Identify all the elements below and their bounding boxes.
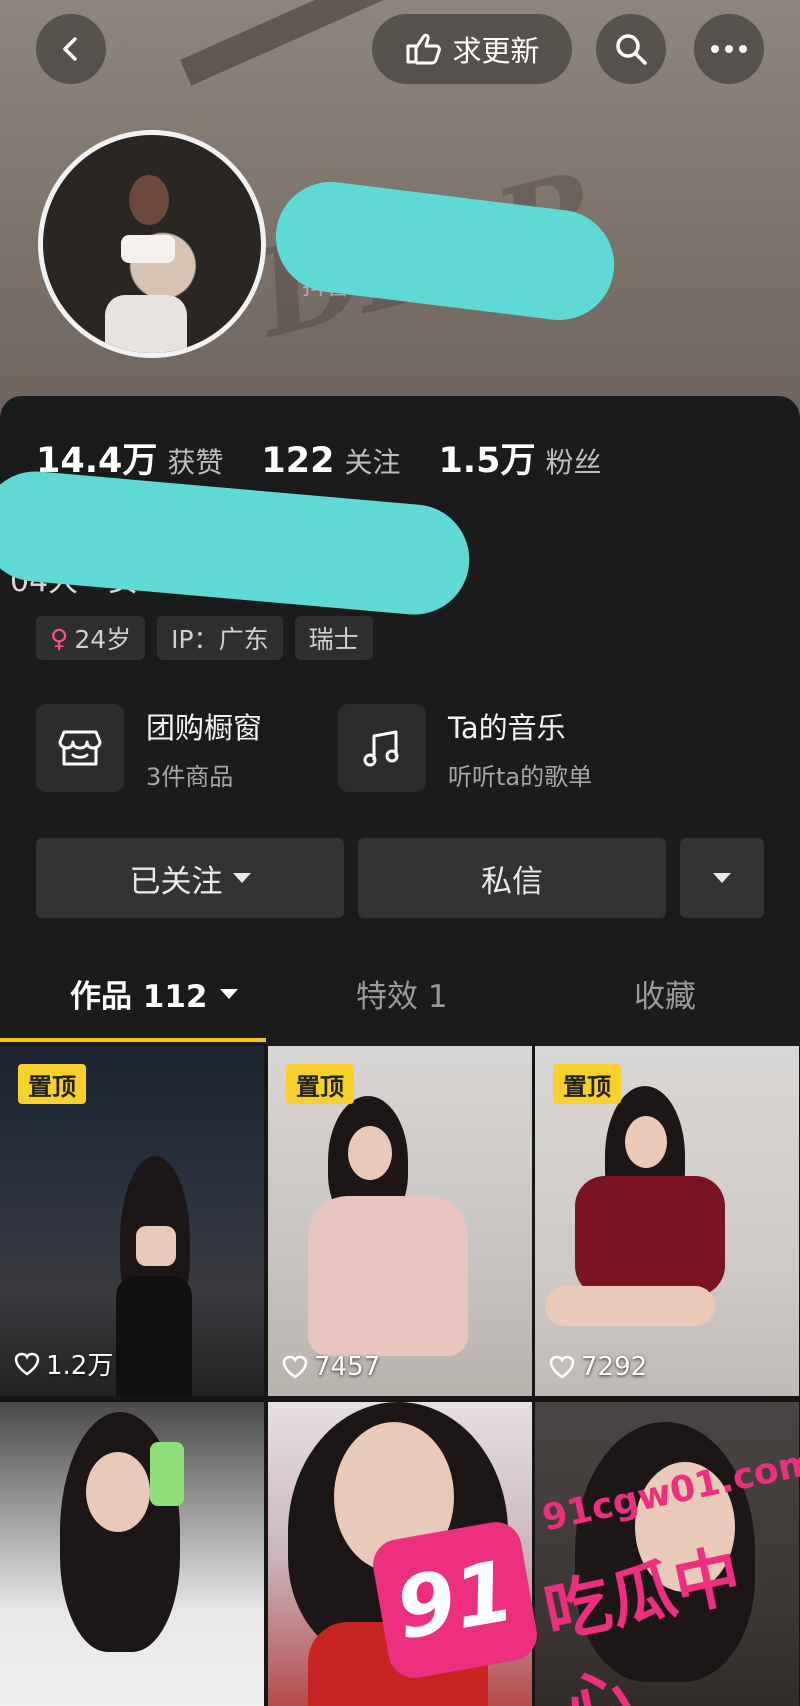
request-update-label: 求更新 [452, 34, 540, 68]
stat-followers-value: 1.5万 [438, 441, 536, 481]
video-thumbnail[interactable] [0, 1402, 264, 1706]
active-tab-indicator [0, 1038, 266, 1042]
stat-following-label: 关注 [344, 446, 401, 479]
video-thumbnail[interactable]: 置顶 7292 [535, 1046, 799, 1396]
age-tag-label: 24岁 [74, 625, 132, 654]
profile-shortcuts: 团购橱窗 3件商品 Ta的音乐 听听ta的歌单 [36, 704, 766, 796]
back-button[interactable] [36, 14, 106, 84]
ta-music[interactable]: Ta的音乐 听听ta的歌单 [338, 704, 592, 792]
like-count-value: 1.2万 [46, 1351, 114, 1381]
ip-tag: IP：广东 [157, 616, 283, 660]
location-tag-label: 瑞士 [308, 625, 359, 654]
caret-down-icon [713, 873, 731, 883]
video-thumbnail[interactable]: 置顶 1.2万 [0, 1046, 264, 1396]
stat-following-value: 122 [261, 441, 335, 481]
content-tabs: 作品 112 特效 1 收藏 [0, 961, 800, 1041]
heart-icon [549, 1355, 575, 1379]
profile-cover: DIOR 求更新 抖音号: [0, 0, 800, 440]
like-count: 7457 [282, 1352, 380, 1382]
like-count-value: 7457 [314, 1352, 381, 1382]
request-update-button[interactable]: 求更新 [372, 14, 572, 84]
caret-down-icon [232, 873, 251, 883]
profile-stats: 14.4万 获赞 122 关注 1.5万 粉丝 [36, 432, 601, 483]
heart-icon [282, 1355, 308, 1379]
like-count: 1.2万 [14, 1345, 113, 1382]
pinned-badge: 置顶 [18, 1064, 86, 1104]
group-buy-title: 团购橱窗 [146, 710, 263, 745]
followed-label: 已关注 [129, 863, 223, 900]
age-tag: ♀ 24岁 [36, 616, 146, 660]
profile-tags: ♀ 24岁 IP：广东 瑞士 [36, 616, 373, 660]
stat-following[interactable]: 122 关注 [261, 441, 400, 481]
ip-tag-label: IP：广东 [171, 625, 269, 654]
shop-icon [36, 704, 124, 792]
video-thumbnail[interactable]: 置顶 7457 [268, 1046, 532, 1396]
search-icon [616, 34, 647, 65]
profile-actions: 已关注 私信 [36, 838, 764, 918]
female-icon: ♀ [50, 623, 69, 653]
pinned-badge: 置顶 [553, 1064, 621, 1104]
ta-music-title: Ta的音乐 [448, 710, 566, 745]
tab-effects-label: 特效 1 [356, 979, 448, 1015]
hand-point-icon [406, 33, 442, 65]
followed-button[interactable]: 已关注 [36, 838, 344, 918]
music-note-icon [338, 704, 426, 792]
tab-favorites-label: 收藏 [634, 979, 696, 1015]
caret-down-icon [219, 988, 238, 999]
ta-music-subtitle: 听听ta的歌单 [448, 762, 593, 791]
more-dots-icon [711, 45, 747, 53]
stat-followers[interactable]: 1.5万 粉丝 [438, 432, 601, 483]
group-buy-showcase[interactable]: 团购橱窗 3件商品 [36, 704, 262, 792]
tab-favorites[interactable]: 收藏 [634, 971, 696, 1016]
group-buy-subtitle: 3件商品 [146, 762, 234, 791]
stat-likes-label: 获赞 [167, 446, 224, 479]
more-actions-button[interactable] [680, 838, 764, 918]
location-tag: 瑞士 [294, 616, 373, 660]
more-options-button[interactable] [694, 14, 764, 84]
heart-icon [14, 1352, 40, 1376]
pinned-badge: 置顶 [286, 1064, 354, 1104]
like-count: 7292 [549, 1352, 647, 1382]
stat-followers-label: 粉丝 [545, 446, 602, 479]
like-count-value: 7292 [581, 1352, 648, 1382]
watermark-logo: 91 [368, 1518, 542, 1682]
profile-info-panel: 14.4万 获赞 122 关注 1.5万 粉丝 04大一女 ♀ 24岁 IP：广… [0, 396, 800, 1046]
tab-works-label: 作品 112 [70, 979, 208, 1015]
tab-effects[interactable]: 特效 1 [356, 971, 448, 1016]
tab-works[interactable]: 作品 112 [70, 971, 238, 1016]
chevron-left-icon [63, 37, 77, 61]
search-button[interactable] [596, 14, 666, 84]
message-label: 私信 [481, 863, 543, 900]
profile-avatar[interactable] [38, 130, 266, 358]
message-button[interactable]: 私信 [358, 838, 666, 918]
